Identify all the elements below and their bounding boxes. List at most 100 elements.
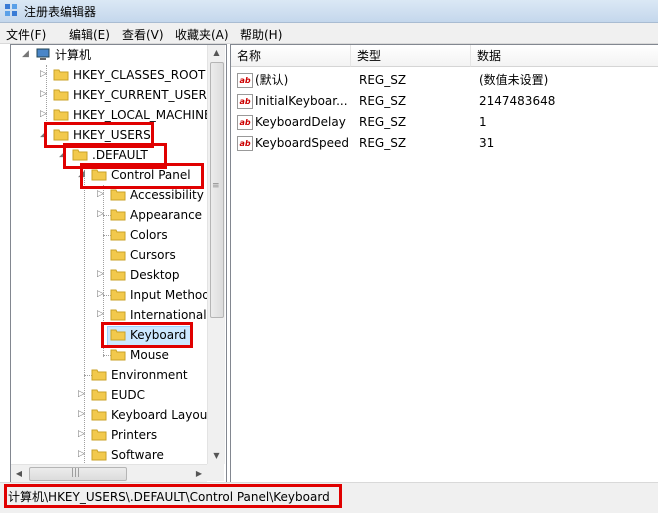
expand-arrow-icon[interactable]: ▷: [39, 110, 48, 119]
tree-node-colors[interactable]: Colors: [11, 225, 207, 245]
tree-node-input-method[interactable]: ▷ Input Method: [11, 285, 210, 305]
value-type: REG_SZ: [359, 136, 407, 150]
value-name: InitialKeyboar...: [255, 94, 348, 108]
folder-icon: [91, 389, 107, 401]
tree-node-eudc[interactable]: ▷ EUDC: [11, 385, 207, 405]
tree-node-appearance[interactable]: ▷ Appearance: [11, 205, 207, 225]
tree-label: Colors: [130, 228, 168, 242]
expand-arrow-icon[interactable]: ▷: [77, 410, 86, 419]
expand-arrow-icon[interactable]: ▷: [77, 390, 86, 399]
expand-arrow-icon[interactable]: ▷: [39, 70, 48, 79]
value-name: (默认): [255, 73, 289, 87]
window-title: 注册表编辑器: [24, 5, 97, 19]
tree-label: Keyboard Layout: [111, 408, 213, 422]
expand-arrow-icon[interactable]: ▷: [96, 270, 105, 279]
folder-icon: [110, 229, 126, 241]
column-header-data[interactable]: 数据: [471, 45, 658, 67]
value-data: 31: [479, 136, 495, 150]
folder-icon: [110, 209, 126, 221]
tree-vertical-scrollbar[interactable]: ▲ ≡ ▼: [207, 45, 225, 464]
registry-editor-icon: [5, 4, 17, 16]
tree-label: Input Method: [130, 288, 210, 302]
scroll-up-arrow-icon[interactable]: ▲: [208, 45, 225, 61]
tree-node-hkey-current-user[interactable]: ▷ HKEY_CURRENT_USER: [11, 85, 207, 105]
folder-icon: [110, 269, 126, 281]
tree-pane[interactable]: ◢ 计算机 ▷ HKEY_CLASSES_ROOT ▷ HKEY_CURRENT…: [10, 44, 227, 483]
tree-node-printers[interactable]: ▷ Printers: [11, 425, 207, 445]
highlight-status-path: [4, 484, 342, 508]
grip-icon: |||: [71, 468, 81, 478]
folder-icon: [91, 409, 107, 421]
folder-icon: [53, 109, 69, 121]
folder-icon: [110, 289, 126, 301]
tree-node-hkey-classes-root[interactable]: ▷ HKEY_CLASSES_ROOT: [11, 65, 207, 85]
expand-arrow-icon[interactable]: ▷: [96, 210, 105, 219]
folder-icon: [110, 349, 126, 361]
scroll-right-arrow-icon[interactable]: ▶: [191, 465, 207, 482]
tree-horizontal-scrollbar[interactable]: ◀ ||| ▶: [11, 464, 207, 482]
value-name: KeyboardDelay: [255, 115, 346, 129]
string-value-icon: ab: [237, 136, 253, 151]
value-data: (数值未设置): [479, 73, 549, 87]
expand-arrow-icon[interactable]: ▷: [96, 310, 105, 319]
tree-label: Environment: [111, 368, 188, 382]
menu-favorites[interactable]: 收藏夹(A): [175, 26, 229, 43]
tree-label: Printers: [111, 428, 158, 442]
computer-icon: [36, 48, 50, 60]
tree-node-environment[interactable]: Environment: [11, 365, 207, 385]
folder-icon: [53, 69, 69, 81]
menu-view[interactable]: 查看(V): [122, 26, 164, 43]
collapse-arrow-icon[interactable]: ◢: [21, 50, 30, 59]
value-row[interactable]: ab KeyboardDelay REG_SZ 1: [231, 112, 658, 133]
string-value-icon: ab: [237, 73, 253, 88]
highlight-keyboard: [101, 322, 193, 348]
column-header-name[interactable]: 名称: [231, 45, 351, 67]
tree-label: Appearance: [130, 208, 203, 222]
tree-node-computer[interactable]: ◢ 计算机: [11, 45, 207, 65]
tree-node-mouse[interactable]: Mouse: [11, 345, 207, 365]
tree-label: HKEY_CURRENT_USER: [73, 88, 207, 102]
folder-icon: [91, 429, 107, 441]
expand-arrow-icon[interactable]: ▷: [39, 90, 48, 99]
tree-label: Cursors: [130, 248, 176, 262]
scroll-down-arrow-icon[interactable]: ▼: [208, 448, 225, 464]
value-type: REG_SZ: [359, 94, 407, 108]
value-data: 2147483648: [479, 94, 556, 108]
value-row[interactable]: ab InitialKeyboar... REG_SZ 2147483648: [231, 91, 658, 112]
tree-node-software[interactable]: ▷ Software: [11, 445, 207, 465]
folder-icon: [110, 189, 126, 201]
expand-arrow-icon[interactable]: ▷: [77, 450, 86, 459]
values-pane[interactable]: 名称 类型 数据 ab (默认) REG_SZ (数值未设置) ab Initi…: [230, 44, 658, 482]
folder-icon: [110, 249, 126, 261]
tree-node-cursors[interactable]: Cursors: [11, 245, 207, 265]
tree-label: Desktop: [130, 268, 180, 282]
scrollbar-corner: [207, 464, 224, 481]
tree-node-keyboard-layout[interactable]: ▷ Keyboard Layout: [11, 405, 212, 425]
expand-arrow-icon[interactable]: ▷: [96, 190, 105, 199]
menu-edit[interactable]: 编辑(E): [69, 26, 110, 43]
value-data: 1: [479, 115, 487, 129]
value-type: REG_SZ: [359, 73, 407, 87]
menu-file[interactable]: 文件(F): [6, 26, 46, 43]
grip-icon: ≡: [212, 181, 220, 191]
string-value-icon: ab: [237, 115, 253, 130]
column-header-type[interactable]: 类型: [351, 45, 471, 67]
highlight-control-panel: [80, 163, 204, 189]
value-row[interactable]: ab KeyboardSpeed REG_SZ 31: [231, 133, 658, 154]
folder-icon: [53, 89, 69, 101]
folder-icon: [91, 369, 107, 381]
expand-arrow-icon[interactable]: ▷: [96, 290, 105, 299]
tree-label-computer: 计算机: [55, 48, 92, 62]
expand-arrow-icon[interactable]: ▷: [77, 430, 86, 439]
tree-label: Software: [111, 448, 164, 462]
tree-label: EUDC: [111, 388, 145, 402]
tree-node-desktop[interactable]: ▷ Desktop: [11, 265, 207, 285]
menu-help[interactable]: 帮助(H): [240, 26, 282, 43]
folder-icon: [110, 309, 126, 321]
title-bar: 注册表编辑器: [0, 0, 658, 23]
scroll-left-arrow-icon[interactable]: ◀: [11, 465, 27, 482]
tree-label: HKEY_CLASSES_ROOT: [73, 68, 206, 82]
value-row[interactable]: ab (默认) REG_SZ (数值未设置): [231, 70, 658, 91]
string-value-icon: ab: [237, 94, 253, 109]
folder-icon: [91, 449, 107, 461]
